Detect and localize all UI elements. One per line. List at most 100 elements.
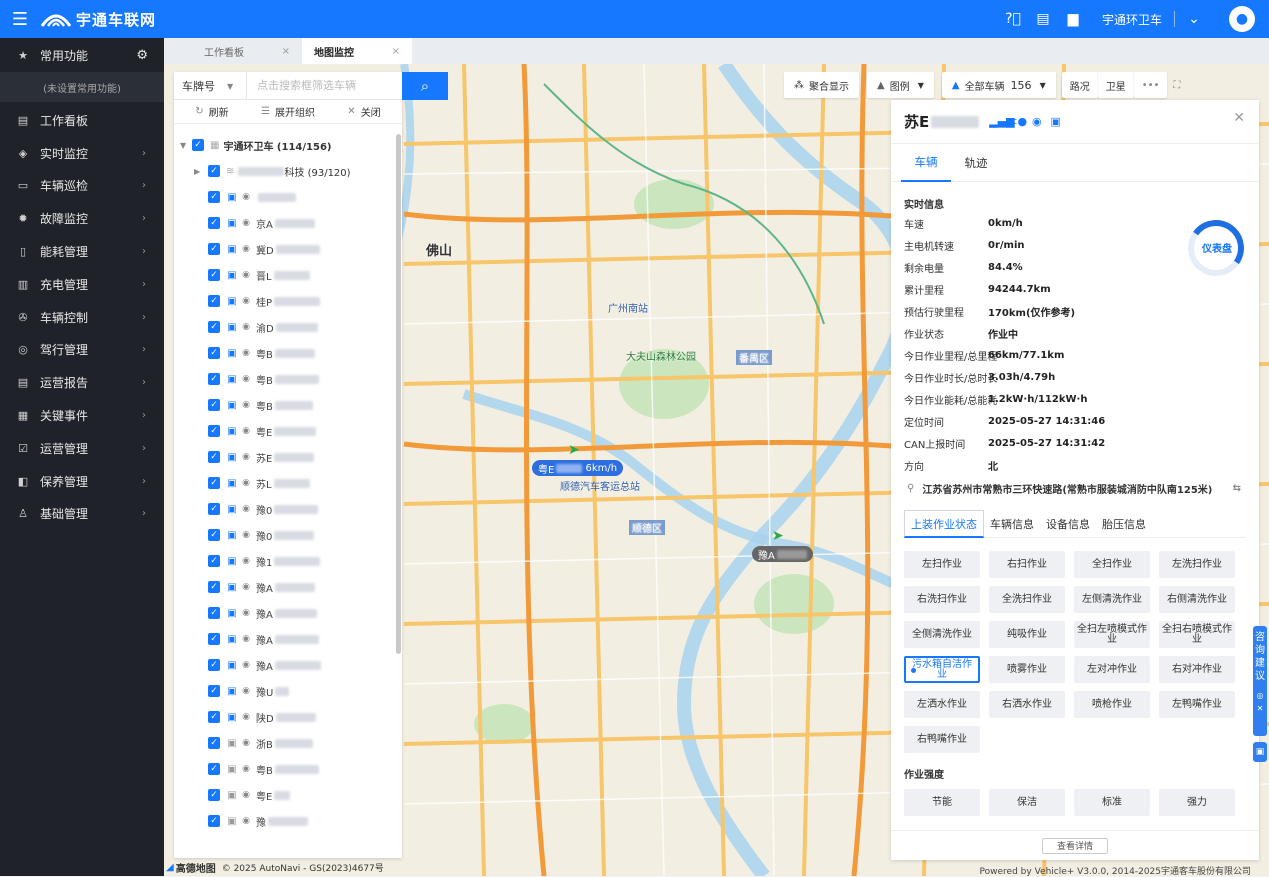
sidebar-item-10[interactable]: ☑ 运营管理 › (0, 432, 164, 465)
intensity-button[interactable]: 保洁 (989, 789, 1065, 816)
eye-icon[interactable]: ◉ (240, 192, 252, 202)
sidebar-item-12[interactable]: ♙ 基础管理 › (0, 498, 164, 531)
operation-button[interactable]: 全扫作业 (1074, 551, 1150, 578)
eye-icon[interactable]: ◉ (240, 218, 252, 228)
vehicle-list-item[interactable]: ✓ ▣ ◉ 桂P (174, 288, 396, 314)
operation-button[interactable]: 左洗扫作业 (1159, 551, 1235, 578)
sidebar-item-5[interactable]: ▥ 充电管理 › (0, 268, 164, 301)
checkbox[interactable]: ✓ (208, 347, 220, 359)
eye-icon[interactable]: ◉ (240, 530, 252, 540)
subtab-2[interactable]: 设备信息 (1040, 510, 1096, 538)
checkbox[interactable]: ✓ (208, 633, 220, 645)
eye-icon[interactable]: ◉ (240, 790, 252, 800)
close-icon[interactable]: × (282, 46, 290, 57)
help-icon[interactable]: ?⃝ (1002, 8, 1024, 30)
feedback-icon[interactable]: ▣ (1253, 742, 1267, 762)
checkbox[interactable]: ✓ (208, 529, 220, 541)
subtab-1[interactable]: 车辆信息 (984, 510, 1040, 538)
gear-icon[interactable]: ⚙ (136, 48, 148, 63)
checkbox[interactable]: ✓ (208, 477, 220, 489)
tab-dashboard[interactable]: 工作看板 × (192, 38, 302, 64)
subtab-0[interactable]: 上装作业状态 (904, 510, 984, 538)
tree-scrollbar[interactable] (396, 134, 401, 654)
consult-suggestion-button[interactable]: 咨 询 建 议 ◎ ✕ (1253, 626, 1267, 736)
vehicle-search-input[interactable] (247, 72, 402, 99)
checkbox[interactable]: ✓ (208, 321, 220, 333)
checkbox[interactable]: ✓ (208, 399, 220, 411)
satellite-button[interactable]: 卫星 (1097, 72, 1134, 98)
vehicle-marker-icon-2[interactable]: ➤ (772, 528, 784, 544)
checkbox[interactable]: ✓ (208, 659, 220, 671)
sidebar-item-8[interactable]: ▤ 运营报告 › (0, 366, 164, 399)
eye-icon[interactable]: ◉ (240, 296, 252, 306)
vehicle-list-item[interactable]: ✓ ▣ ◉ (174, 184, 396, 210)
tab-vehicle[interactable]: 车辆 (901, 144, 951, 182)
operation-button[interactable]: 全扫右喷模式作业 (1159, 621, 1235, 648)
checkbox[interactable]: ✓ (208, 269, 220, 281)
vehicle-list-item[interactable]: ✓ ▣ ◉ 粤E (174, 418, 396, 444)
cluster-button[interactable]: ⁂ 聚合显示 (784, 72, 859, 98)
fullscreen-icon[interactable]: ⛶ (1167, 72, 1186, 98)
eye-icon[interactable]: ◉ (240, 322, 252, 332)
view-details-button[interactable]: 查看详情 (1042, 837, 1108, 854)
app-logo[interactable]: 宇通车联网 (40, 9, 156, 30)
legend-button[interactable]: ▲ 图例 ▼ (867, 72, 934, 98)
operation-button[interactable]: 右洗扫作业 (904, 586, 980, 613)
sidebar-item-11[interactable]: ◧ 保养管理 › (0, 465, 164, 498)
checkbox[interactable]: ✓ (208, 165, 220, 177)
checkbox[interactable]: ✓ (208, 503, 220, 515)
vehicle-list-item[interactable]: ✓ ▣ ◉ 冀D (174, 236, 396, 262)
vehicle-list-item[interactable]: ✓ ▣ ◉ 豫A (174, 574, 396, 600)
refresh-button[interactable]: ↻ 刷新 (174, 104, 250, 119)
intensity-button[interactable]: 标准 (1074, 789, 1150, 816)
checkbox[interactable]: ✓ (208, 737, 220, 749)
message-icon[interactable]: ▆ (1062, 8, 1084, 30)
eye-icon[interactable]: ◉ (240, 348, 252, 358)
sidebar-item-4[interactable]: ▯ 能耗管理 › (0, 235, 164, 268)
more-icon[interactable]: ••• (1133, 72, 1168, 98)
vehicle-list-item[interactable]: ✓ ▣ ◉ 渝D (174, 314, 396, 340)
document-icon[interactable]: ▤ (1032, 8, 1054, 30)
checkbox[interactable]: ✓ (208, 373, 220, 385)
operation-button[interactable]: 纯吸作业 (989, 621, 1065, 648)
operation-button[interactable]: 右鸭嘴作业 (904, 726, 980, 753)
caret-right-icon[interactable]: ▶ (194, 167, 208, 176)
vehicle-list-item[interactable]: ✓ ▣ ◉ 粤B (174, 392, 396, 418)
operation-button[interactable]: 左扫作业 (904, 551, 980, 578)
vehicle-list-item[interactable]: ✓ ▣ ◉ 豫A (174, 652, 396, 678)
eye-icon[interactable]: ◉ (240, 608, 252, 618)
vehicle-list-item[interactable]: ✓ ▣ ◉ 陕D (174, 704, 396, 730)
eye-icon[interactable]: ◉ (240, 478, 252, 488)
eye-icon[interactable]: ◉ (240, 504, 252, 514)
operation-button[interactable]: 左鸭嘴作业 (1159, 691, 1235, 718)
intensity-button[interactable]: 强力 (1159, 789, 1235, 816)
eye-icon[interactable]: ◉ (240, 556, 252, 566)
checkbox[interactable]: ✓ (208, 581, 220, 593)
intensity-button[interactable]: 节能 (904, 789, 980, 816)
eye-icon[interactable]: ◉ (240, 738, 252, 748)
eye-icon[interactable]: ◉ (240, 426, 252, 436)
operation-button[interactable]: 喷枪作业 (1074, 691, 1150, 718)
eye-icon[interactable]: ◉ (240, 244, 252, 254)
sidebar-item-6[interactable]: ✇ 车辆控制 › (0, 301, 164, 334)
eye-icon[interactable]: ◉ (240, 764, 252, 774)
eye-icon[interactable]: ◉ (240, 686, 252, 696)
search-type-select[interactable]: 车牌号 ▼ (174, 72, 247, 100)
operation-button[interactable]: 右扫作业 (989, 551, 1065, 578)
checkbox[interactable]: ✓ (208, 789, 220, 801)
checkbox[interactable]: ✓ (192, 139, 204, 151)
operation-button[interactable]: 喷雾作业 (989, 656, 1065, 683)
sidebar-item-1[interactable]: ◈ 实时监控 › (0, 137, 164, 170)
expand-org-button[interactable]: ☰ 展开组织 (250, 104, 326, 119)
swap-icon[interactable]: ⇆ (1233, 483, 1241, 494)
vehicle-list-item[interactable]: ✓ ▣ ◉ 豫 (174, 808, 396, 834)
subtab-3[interactable]: 胎压信息 (1096, 510, 1152, 538)
eye-icon[interactable]: ◉ (240, 816, 252, 826)
sidebar-item-2[interactable]: ▭ 车辆巡检 › (0, 170, 164, 203)
vehicle-list-item[interactable]: ✓ ▣ ◉ 豫0 (174, 522, 396, 548)
sidebar-item-3[interactable]: ✹ 故障监控 › (0, 202, 164, 235)
vehicle-list-item[interactable]: ✓ ▣ ◉ 粤B (174, 366, 396, 392)
vehicle-list-item[interactable]: ✓ ▣ ◉ 豫U (174, 678, 396, 704)
sidebar-item-7[interactable]: ◎ 驾行管理 › (0, 334, 164, 367)
checkbox[interactable]: ✓ (208, 451, 220, 463)
